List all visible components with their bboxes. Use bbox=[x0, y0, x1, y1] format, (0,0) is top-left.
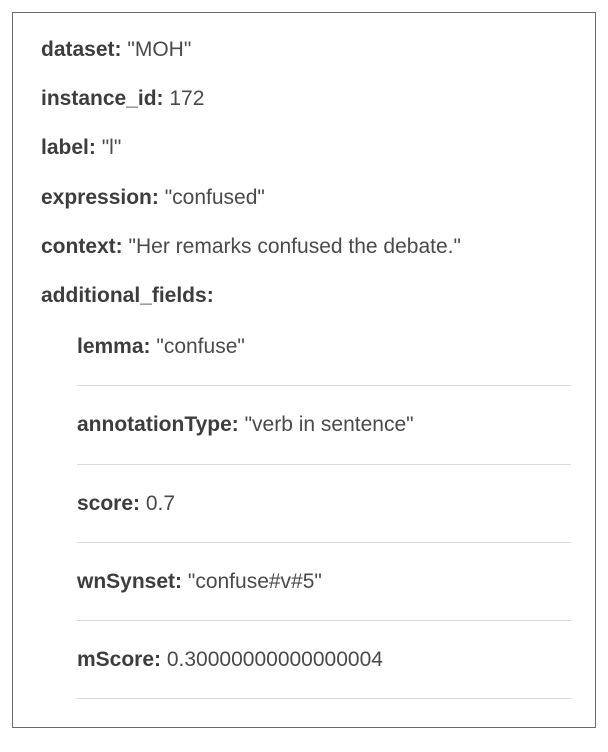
field-value: "VERB" bbox=[128, 726, 206, 728]
field-lemma: lemma: "confuse" bbox=[77, 334, 571, 359]
field-value: "confused" bbox=[159, 186, 265, 209]
divider bbox=[77, 698, 571, 699]
field-value: "confuse#v#5" bbox=[182, 570, 322, 593]
field-instance-id: instance_id: 172 bbox=[41, 86, 571, 111]
field-value: "Her remarks confused the debate." bbox=[123, 235, 461, 258]
field-key: POS: bbox=[77, 726, 128, 728]
field-mscore: mScore: 0.30000000000000004 bbox=[77, 647, 571, 672]
field-key: context: bbox=[41, 235, 123, 258]
field-value: "MOH" bbox=[122, 38, 192, 61]
field-key: label: bbox=[41, 136, 96, 159]
field-value: "verb in sentence" bbox=[239, 413, 414, 436]
field-dataset: dataset: "MOH" bbox=[41, 37, 571, 62]
field-key: instance_id: bbox=[41, 87, 164, 110]
field-label: label: "l" bbox=[41, 135, 571, 160]
field-key: dataset: bbox=[41, 38, 122, 61]
field-key: score: bbox=[77, 492, 140, 515]
field-value: 0.30000000000000004 bbox=[161, 648, 383, 671]
field-value: 0.7 bbox=[140, 492, 175, 515]
field-key: mScore: bbox=[77, 648, 161, 671]
field-value: "l" bbox=[96, 136, 121, 159]
record-panel: dataset: "MOH" instance_id: 172 label: "… bbox=[12, 12, 596, 728]
field-expression: expression: "confused" bbox=[41, 185, 571, 210]
additional-fields-block: lemma: "confuse" annotationType: "verb i… bbox=[77, 334, 571, 728]
field-key: additional_fields: bbox=[41, 284, 214, 307]
field-annotation-type: annotationType: "verb in sentence" bbox=[77, 412, 571, 437]
divider bbox=[77, 620, 571, 621]
field-pos: POS: "VERB" bbox=[77, 725, 571, 728]
field-key: wnSynset: bbox=[77, 570, 182, 593]
divider bbox=[77, 542, 571, 543]
field-key: lemma: bbox=[77, 335, 151, 358]
field-key: annotationType: bbox=[77, 413, 239, 436]
field-value: 172 bbox=[164, 87, 205, 110]
field-context: context: "Her remarks confused the debat… bbox=[41, 234, 571, 259]
field-key: expression: bbox=[41, 186, 159, 209]
divider bbox=[77, 385, 571, 386]
field-score: score: 0.7 bbox=[77, 491, 571, 516]
field-additional-fields: additional_fields: bbox=[41, 283, 571, 308]
field-value: "confuse" bbox=[151, 335, 245, 358]
field-wnsynset: wnSynset: "confuse#v#5" bbox=[77, 569, 571, 594]
divider bbox=[77, 464, 571, 465]
